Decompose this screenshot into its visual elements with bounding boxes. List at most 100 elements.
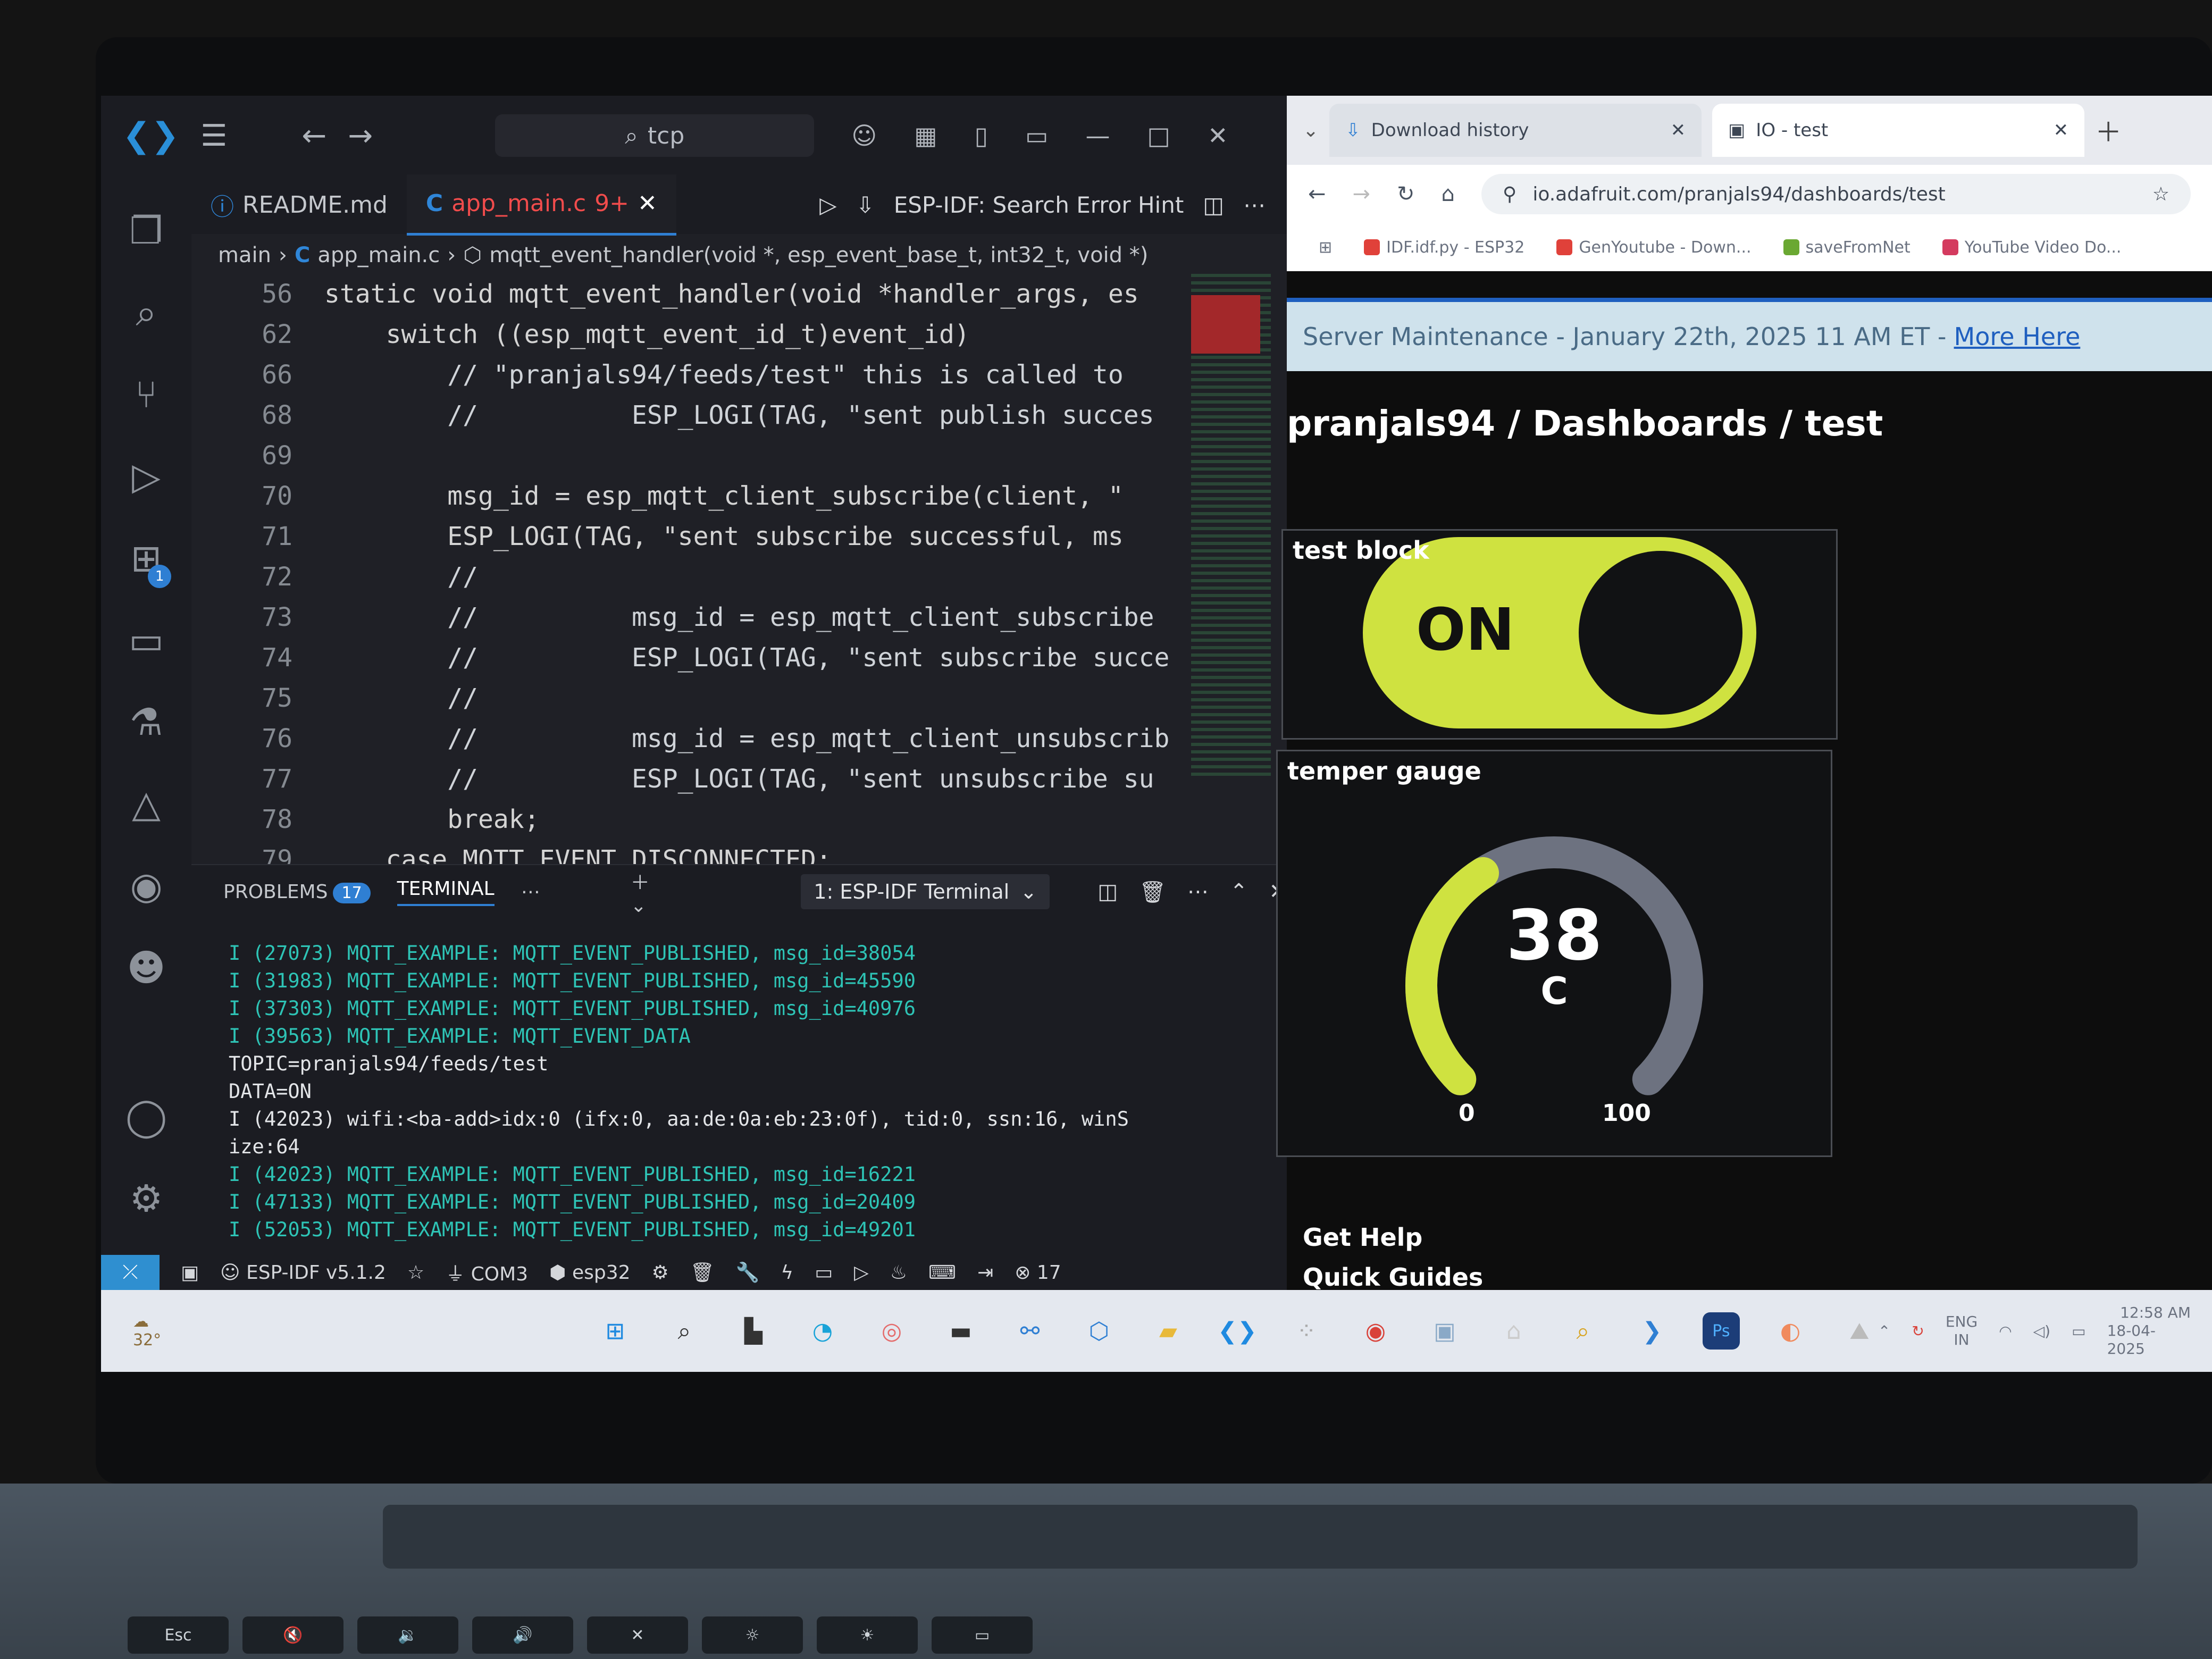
- display-key[interactable]: ▭: [932, 1616, 1033, 1654]
- weather-widget[interactable]: ☁ 32°: [133, 1312, 182, 1350]
- run-icon[interactable]: ▷: [819, 192, 836, 218]
- copilot-icon[interactable]: ☺: [851, 121, 877, 150]
- maximize-icon[interactable]: □: [1147, 121, 1170, 150]
- split-terminal-icon[interactable]: ◫: [1097, 879, 1118, 904]
- code-line[interactable]: 66 // "pranjals94/feeds/test" this is ca…: [191, 355, 1202, 395]
- app-icon[interactable]: ⌂: [1495, 1312, 1532, 1350]
- brightness-up-key[interactable]: ☀: [817, 1616, 918, 1654]
- bookmark-item[interactable]: saveFromNet: [1783, 238, 1911, 257]
- source-control-icon[interactable]: ⑂: [135, 368, 157, 421]
- language-indicator[interactable]: ENG IN: [1946, 1313, 1978, 1349]
- sync-icon[interactable]: ↻: [1912, 1322, 1924, 1340]
- get-help-link[interactable]: Get Help: [1303, 1223, 1422, 1252]
- browser-tab-download-history[interactable]: ⇩ Download history ✕: [1329, 104, 1702, 157]
- toggle-switch[interactable]: ON: [1363, 537, 1756, 728]
- errors-count[interactable]: ⊗ 17: [1015, 1262, 1061, 1284]
- code-line[interactable]: 68 // ESP_LOGI(TAG, "sent publish succes: [191, 395, 1202, 435]
- maximize-panel-icon[interactable]: ⌃: [1230, 879, 1248, 904]
- idf-version[interactable]: ☺ ESP-IDF v5.1.2: [220, 1262, 386, 1284]
- code-line[interactable]: 75 //: [191, 678, 1202, 718]
- explorer-window-icon[interactable]: ▣: [1426, 1312, 1463, 1350]
- more-actions-icon[interactable]: ⋯: [1187, 879, 1209, 904]
- new-terminal-icon[interactable]: ＋⌄: [631, 867, 658, 917]
- tab-readme[interactable]: ⓘ README.md: [191, 175, 407, 234]
- build-wrench-icon[interactable]: 🔧: [736, 1261, 760, 1284]
- command-search-input[interactable]: ⌕ tcp: [495, 114, 815, 157]
- close-tab-icon[interactable]: ✕: [638, 190, 657, 217]
- full-clean-icon[interactable]: 🗑: [690, 1261, 715, 1284]
- tab-problems[interactable]: PROBLEMS 17: [223, 881, 371, 903]
- quick-guides-link[interactable]: Quick Guides: [1303, 1263, 1483, 1292]
- tab-terminal[interactable]: TERMINAL: [397, 878, 495, 906]
- file-explorer-icon[interactable]: ▰: [1150, 1312, 1187, 1350]
- bookmark-item[interactable]: GenYoutube - Down...: [1556, 238, 1752, 257]
- address-bar[interactable]: ⚲ io.adafruit.com/pranjals94/dashboards/…: [1481, 174, 2191, 214]
- volume-icon[interactable]: ◁): [2033, 1322, 2050, 1340]
- cube-app-icon[interactable]: ⬡: [1080, 1312, 1118, 1350]
- more-here-link[interactable]: More Here: [1954, 322, 2081, 351]
- code-line[interactable]: 76 // msg_id = esp_mqtt_client_unsubscri…: [191, 718, 1202, 759]
- back-icon[interactable]: ←: [1308, 182, 1326, 206]
- code-line[interactable]: 70 msg_id = esp_mqtt_client_subscribe(cl…: [191, 476, 1202, 516]
- breadcrumb-folder[interactable]: main: [218, 243, 271, 267]
- mute-key[interactable]: 🔇: [242, 1616, 343, 1654]
- code-line[interactable]: 71 ESP_LOGI(TAG, "sent subscribe success…: [191, 516, 1202, 557]
- code-line[interactable]: 78 break;: [191, 799, 1202, 840]
- folder-icon[interactable]: ▣: [181, 1262, 199, 1284]
- powershell-icon[interactable]: ❯: [1633, 1312, 1671, 1350]
- site-info-icon[interactable]: ⚲: [1503, 183, 1516, 205]
- debug-icon[interactable]: ▷: [854, 1262, 869, 1284]
- edge-icon[interactable]: ◔: [804, 1312, 841, 1350]
- close-tab-icon[interactable]: ✕: [1671, 120, 1686, 141]
- tab-list-icon[interactable]: ⌄: [1303, 120, 1319, 141]
- flash-bolt-icon[interactable]: ϟ: [781, 1262, 793, 1284]
- terminal-output[interactable]: I (27073) MQTT_EXAMPLE: MQTT_EVENT_PUBLI…: [191, 918, 1287, 1244]
- minimap[interactable]: [1191, 274, 1271, 779]
- terminal-select[interactable]: 1: ESP-IDF Terminal ⌄: [801, 874, 1050, 909]
- vscode-taskbar-icon[interactable]: ❮❯: [1218, 1312, 1257, 1350]
- tab-app-main[interactable]: C app_main.c 9+ ✕: [406, 174, 676, 236]
- minimize-icon[interactable]: —: [1086, 121, 1110, 150]
- search-view-icon[interactable]: ⌕: [136, 286, 156, 339]
- bookmark-star-icon[interactable]: ☆: [2152, 183, 2169, 205]
- new-tab-icon[interactable]: ＋: [2095, 111, 2122, 149]
- star-icon[interactable]: ☆: [407, 1262, 424, 1284]
- code-line[interactable]: 74 // ESP_LOGI(TAG, "sent subscribe succ…: [191, 638, 1202, 678]
- esp-idf-icon[interactable]: △: [132, 777, 161, 831]
- apps-grid-icon[interactable]: ⊞: [1319, 238, 1332, 257]
- platformio-icon[interactable]: ◉: [130, 859, 162, 912]
- monitor-icon[interactable]: ▭: [815, 1262, 833, 1284]
- chevron-up-icon[interactable]: ⌃: [1878, 1322, 1890, 1340]
- reload-icon[interactable]: ↻: [1397, 182, 1415, 206]
- volume-down-key[interactable]: 🔉: [357, 1616, 458, 1654]
- code-editor[interactable]: 56 static void mqtt_event_handler(void *h…: [191, 274, 1202, 864]
- forward-icon[interactable]: →: [1353, 182, 1371, 206]
- close-window-icon[interactable]: ✕: [1208, 121, 1228, 150]
- testing-icon[interactable]: ⚗: [130, 696, 163, 749]
- windows-start-icon[interactable]: ⊞: [597, 1312, 634, 1350]
- terminal-icon[interactable]: ⌨: [928, 1262, 956, 1284]
- wifi-icon[interactable]: ◠: [1999, 1322, 2012, 1340]
- remote-indicator-icon[interactable]: ⤫: [101, 1255, 160, 1290]
- toggle-panel-icon[interactable]: ▭: [1025, 121, 1048, 150]
- browser-tab-io-test[interactable]: ▣ IO - test ✕: [1712, 104, 2085, 157]
- breadcrumb-symbol[interactable]: mqtt_event_handler(void *, esp_event_bas…: [489, 243, 1148, 267]
- code-line[interactable]: 77 // ESP_LOGI(TAG, "sent unsubscribe su: [191, 759, 1202, 799]
- search-app-icon[interactable]: ⌕: [1564, 1312, 1602, 1350]
- battery-icon[interactable]: ▭: [2072, 1322, 2085, 1340]
- close-tab-icon[interactable]: ✕: [2054, 120, 2069, 141]
- task-view-icon[interactable]: ▙: [735, 1312, 772, 1350]
- code-line[interactable]: 73 // msg_id = esp_mqtt_client_subscribe: [191, 597, 1202, 638]
- trash-icon[interactable]: 🗑: [1139, 879, 1166, 904]
- target-selector[interactable]: ⬢ esp32: [549, 1262, 630, 1284]
- forward-arrow-icon[interactable]: →: [348, 119, 373, 153]
- menuconfig-gear-icon[interactable]: ⚙: [652, 1262, 669, 1284]
- extensions-icon[interactable]: ⊞ 1: [131, 532, 172, 588]
- code-line[interactable]: 62 switch ((esp_mqtt_event_id_t)event_id…: [191, 314, 1202, 355]
- split-editor-icon[interactable]: ◫: [1203, 192, 1224, 218]
- menu-icon[interactable]: ☰: [200, 119, 227, 153]
- run-debug-icon[interactable]: ▷: [132, 450, 161, 503]
- alien-extension-icon[interactable]: ☻: [127, 941, 166, 994]
- code-line[interactable]: 79 case MQTT_EVENT_DISCONNECTED:: [191, 840, 1202, 864]
- run-task-icon[interactable]: ⇥: [977, 1262, 993, 1284]
